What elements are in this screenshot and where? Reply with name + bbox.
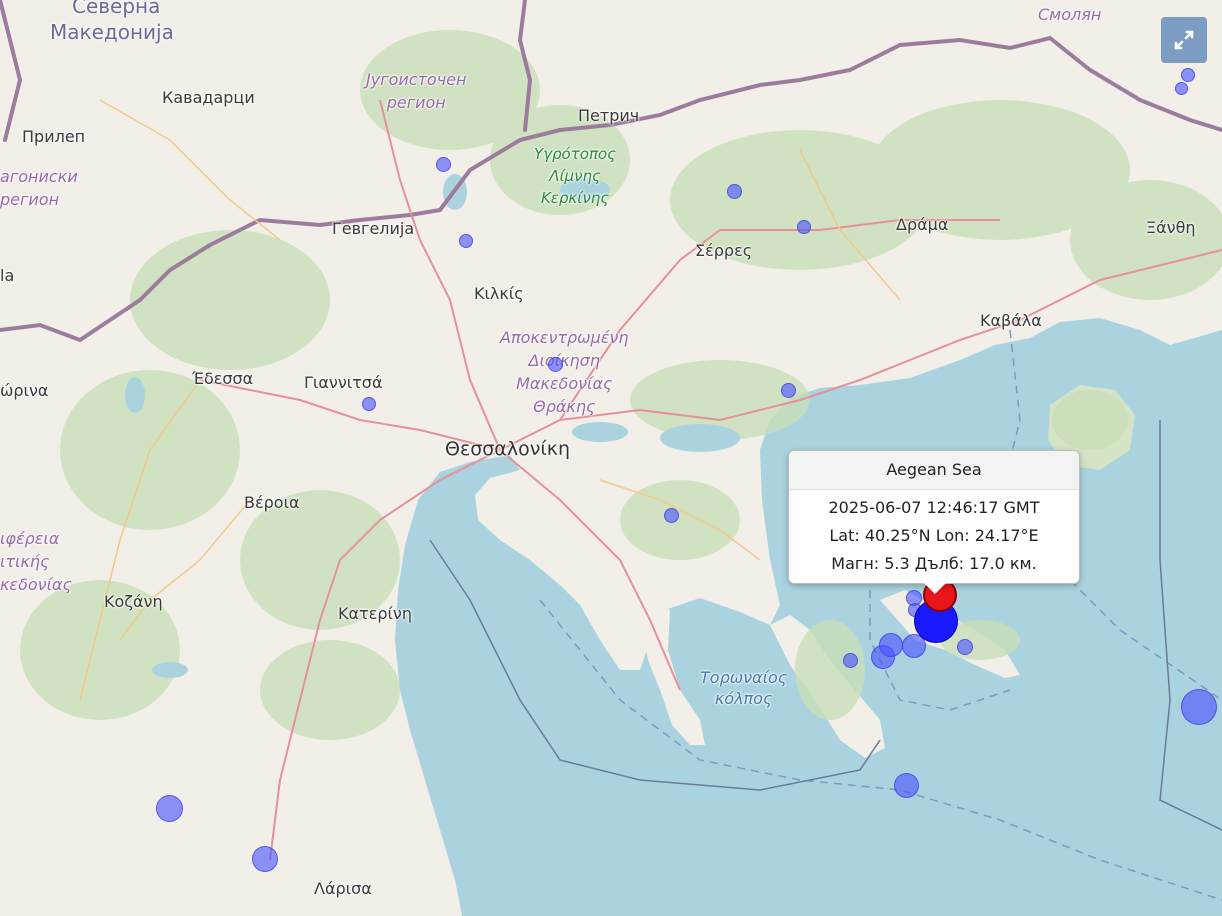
earthquake-marker[interactable] bbox=[362, 397, 376, 411]
earthquake-marker[interactable] bbox=[548, 357, 563, 372]
earthquake-marker[interactable] bbox=[894, 773, 919, 798]
fullscreen-icon bbox=[1174, 30, 1194, 50]
popup-datetime: 2025-06-07 12:46:17 GMT bbox=[828, 498, 1040, 517]
earthquake-marker[interactable] bbox=[156, 795, 183, 822]
popup-tip bbox=[924, 583, 946, 594]
earthquake-marker[interactable] bbox=[879, 633, 903, 657]
earthquake-marker[interactable] bbox=[1175, 82, 1188, 95]
earthquake-popup: Aegean Sea 2025-06-07 12:46:17 GMT Lat: … bbox=[788, 450, 1080, 594]
earthquake-marker[interactable] bbox=[1181, 68, 1195, 82]
fullscreen-button[interactable] bbox=[1161, 17, 1207, 63]
earthquake-marker[interactable] bbox=[781, 383, 796, 398]
earthquake-marker[interactable] bbox=[252, 846, 278, 872]
earthquake-marker[interactable] bbox=[797, 220, 811, 234]
popup-location: Lat: 40.25°N Lon: 24.17°E bbox=[829, 526, 1039, 545]
earthquake-marker[interactable] bbox=[727, 184, 742, 199]
popup-title: Aegean Sea bbox=[789, 451, 1079, 490]
popup-details: Магн: 5.3 Дълб: 17.0 км. bbox=[831, 554, 1037, 573]
earthquake-marker[interactable] bbox=[843, 653, 858, 668]
earthquake-marker[interactable] bbox=[957, 639, 973, 655]
earthquake-marker[interactable] bbox=[459, 234, 473, 248]
earthquake-marker[interactable] bbox=[436, 157, 451, 172]
earthquake-marker[interactable] bbox=[664, 508, 679, 523]
earthquake-marker[interactable] bbox=[1181, 689, 1217, 725]
